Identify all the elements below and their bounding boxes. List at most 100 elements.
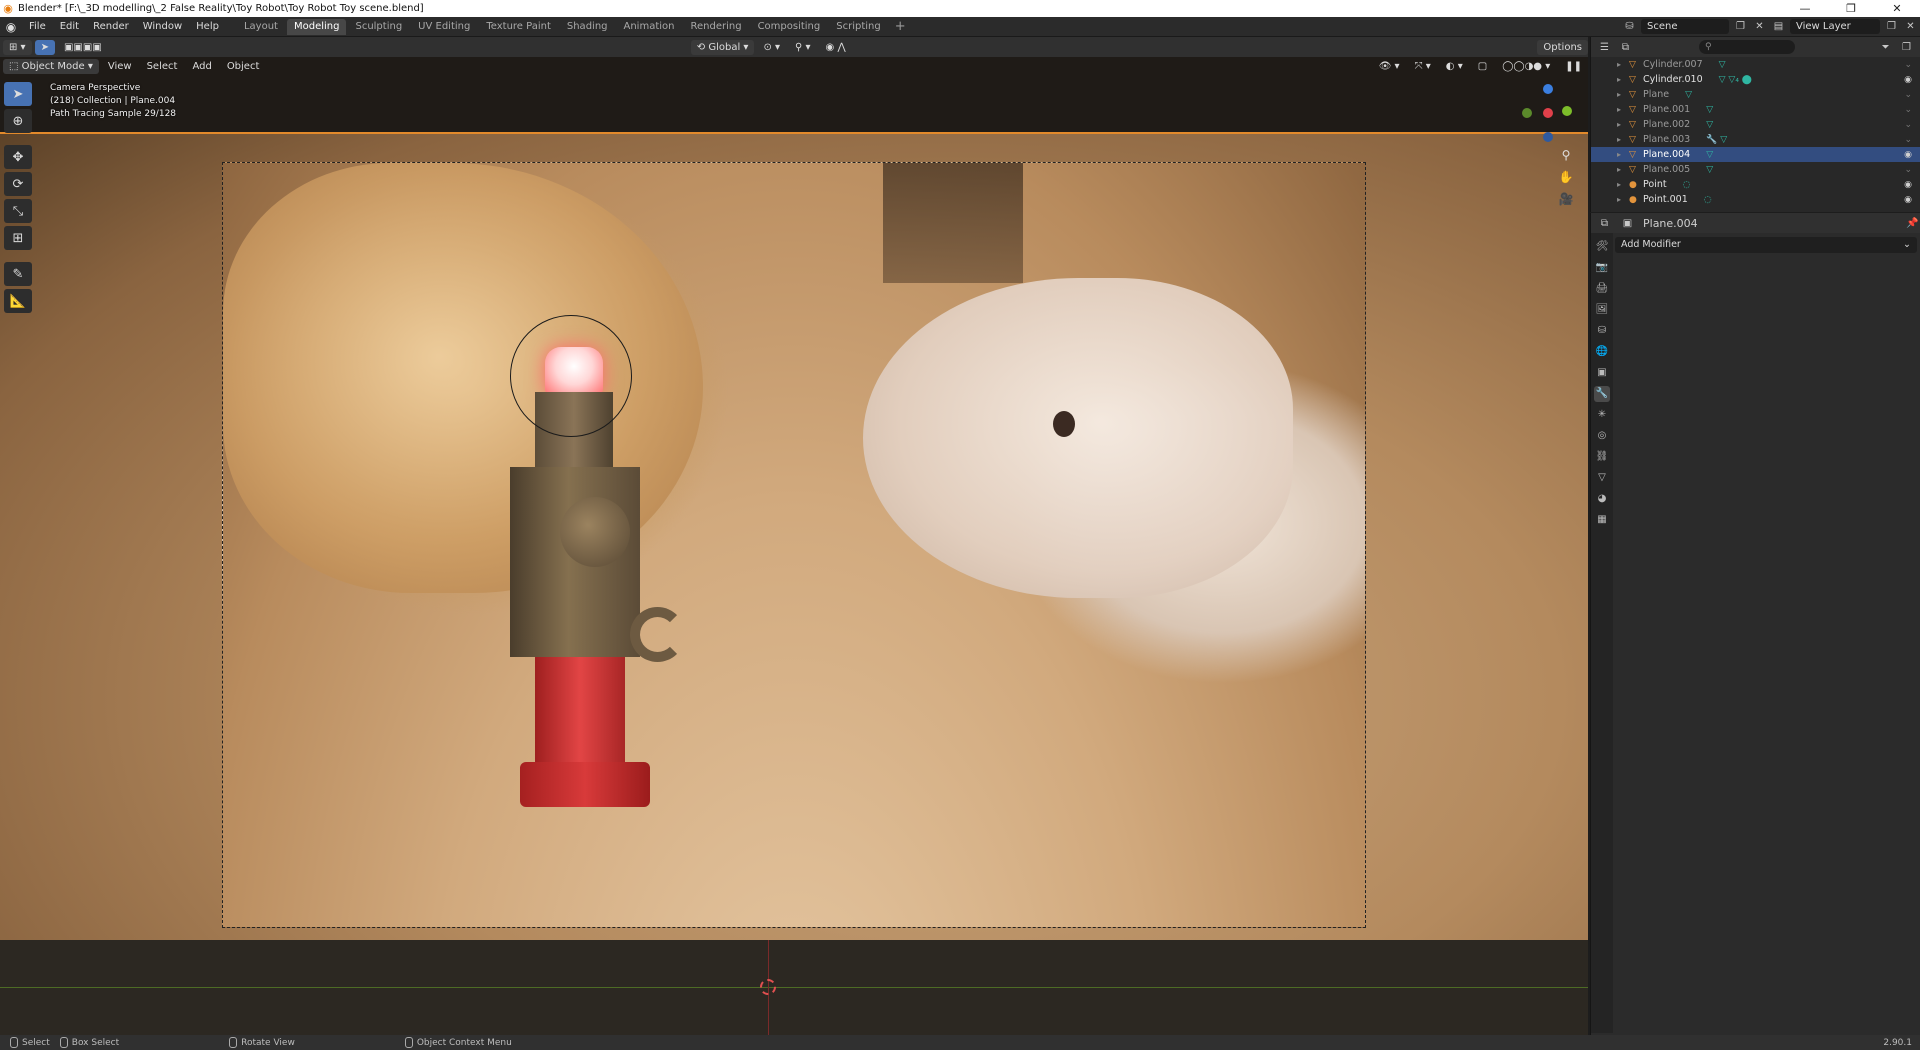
particles-tab-icon[interactable]: ✳ — [1594, 407, 1610, 423]
overlays-icon[interactable]: ◐ ▾ — [1440, 59, 1469, 74]
camera-frame[interactable] — [222, 162, 1366, 928]
editor-type-button[interactable]: ⊞ ▾ — [3, 39, 32, 55]
tab-animation[interactable]: Animation — [617, 19, 682, 35]
neg-z-axis-icon[interactable] — [1543, 132, 1553, 142]
texture-tab-icon[interactable]: ▦ — [1594, 512, 1610, 528]
annotate-tool-icon[interactable]: ✎ — [4, 262, 32, 286]
tab-shading[interactable]: Shading — [560, 19, 615, 35]
menu-select[interactable]: Select — [141, 59, 184, 74]
camera-view-icon[interactable]: 🎥 — [1558, 192, 1574, 208]
eye-icon[interactable]: ◉ — [1904, 195, 1912, 205]
select-tool-icon[interactable]: ➤ — [34, 39, 55, 55]
pivot-point-icon[interactable]: ⊙ ▾ — [757, 40, 786, 55]
gizmo-toggle-icon[interactable]: ⤧ ▾ — [1409, 59, 1437, 74]
tab-texture-paint[interactable]: Texture Paint — [479, 19, 558, 35]
navigation-gizmo[interactable] — [1518, 80, 1578, 142]
measure-tool-icon[interactable]: 📐 — [4, 289, 32, 313]
object-tab-icon[interactable]: ▣ — [1594, 365, 1610, 381]
menu-view[interactable]: View — [102, 59, 138, 74]
neg-y-axis-icon[interactable] — [1522, 108, 1532, 118]
tab-sculpting[interactable]: Sculpting — [348, 19, 409, 35]
3d-cursor-icon[interactable] — [760, 979, 776, 995]
menu-add[interactable]: Add — [186, 59, 217, 74]
tab-modeling[interactable]: Modeling — [286, 18, 347, 35]
tab-scripting[interactable]: Scripting — [829, 19, 887, 35]
menu-window[interactable]: Window — [136, 17, 189, 37]
physics-tab-icon[interactable]: ◎ — [1594, 428, 1610, 444]
output-tab-icon[interactable]: 🖨 — [1594, 281, 1610, 297]
select-box-tool-icon[interactable]: ➤ — [4, 82, 32, 106]
outliner-row[interactable]: ▸ ▽ Plane.001 ▽ ⌄ — [1591, 102, 1920, 117]
blender-menu-icon[interactable]: ◉ — [0, 20, 22, 34]
properties-editor-icon[interactable]: ⧉ ▾ — [1597, 216, 1612, 244]
outliner-row[interactable]: ▸ ▽ Plane.003 🔧 ▽ ⌄ — [1591, 132, 1920, 147]
view-layer-tab-icon[interactable]: 🖼 — [1594, 302, 1610, 318]
render-tab-icon[interactable]: 📷 — [1594, 260, 1610, 276]
shading-modes-icon[interactable]: ◯◯◑● ▾ — [1496, 59, 1556, 74]
pause-render-icon[interactable]: ❚❚ — [1559, 59, 1588, 74]
display-mode-icon[interactable]: ⧉ — [1618, 40, 1633, 55]
hide-toggle-icon[interactable]: ⌄ — [1904, 120, 1912, 130]
scale-tool-icon[interactable]: ⤡ — [4, 199, 32, 223]
close-button[interactable]: ✕ — [1874, 0, 1920, 17]
outliner-editor-icon[interactable]: ☰ — [1597, 40, 1612, 55]
menu-help[interactable]: Help — [189, 17, 226, 37]
outliner-row-selected[interactable]: ▸ ▽ Plane.004 ▽ ◉ — [1591, 147, 1920, 162]
selection-mode-icons[interactable]: ▣▣▣▣ — [58, 40, 108, 55]
eye-icon[interactable]: ◉ — [1904, 75, 1912, 85]
tab-rendering[interactable]: Rendering — [683, 19, 748, 35]
pan-hand-icon[interactable]: ✋ — [1558, 170, 1574, 186]
new-scene-icon[interactable]: ❐ — [1733, 19, 1748, 34]
outliner-row[interactable]: ▸ ▽ Plane ▽ ⌄ — [1591, 87, 1920, 102]
new-collection-icon[interactable]: ❐ — [1899, 40, 1914, 55]
x-axis-icon[interactable] — [1543, 108, 1553, 118]
tab-compositing[interactable]: Compositing — [751, 19, 828, 35]
visibility-icon[interactable]: 👁 ▾ — [1373, 59, 1406, 74]
hide-toggle-icon[interactable]: ⌄ — [1904, 60, 1912, 70]
minimize-button[interactable]: — — [1782, 0, 1828, 17]
menu-file[interactable]: File — [22, 17, 53, 37]
hide-toggle-icon[interactable]: ⌄ — [1904, 165, 1912, 175]
outliner-row[interactable]: ▸ ▽ Plane.005 ▽ ⌄ — [1591, 162, 1920, 177]
delete-scene-icon[interactable]: ✕ — [1752, 19, 1767, 34]
tab-layout[interactable]: Layout — [237, 19, 285, 35]
move-tool-icon[interactable]: ✥ — [4, 145, 32, 169]
filter-icon[interactable]: ⏷ — [1878, 40, 1893, 55]
scene-tab-icon[interactable]: ⛁ — [1594, 323, 1610, 339]
eye-icon[interactable]: ◉ — [1904, 180, 1912, 190]
delete-view-layer-icon[interactable]: ✕ — [1903, 19, 1918, 34]
data-tab-icon[interactable]: ▽ — [1594, 470, 1610, 486]
outliner-row[interactable]: ▸ ▽ Cylinder.007 ▽ ⌄ — [1591, 57, 1920, 72]
snap-icon[interactable]: ⚲ ▾ — [789, 40, 817, 55]
object-mode-dropdown[interactable]: ⬚ Object Mode ▾ — [3, 58, 99, 74]
constraints-tab-icon[interactable]: ⛓ — [1594, 449, 1610, 465]
menu-edit[interactable]: Edit — [53, 17, 86, 37]
maximize-button[interactable]: ❐ — [1828, 0, 1874, 17]
world-tab-icon[interactable]: 🌐 — [1594, 344, 1610, 360]
outliner-row[interactable]: ▸ ▽ Plane.002 ▽ ⌄ — [1591, 117, 1920, 132]
outliner-row[interactable]: ▸ ▽ Cylinder.010 ▽ ▽₄ ⬤ ◉ — [1591, 72, 1920, 87]
transform-orientation-dropdown[interactable]: ⟲ Global ▾ — [690, 39, 755, 55]
modifier-tab-icon[interactable]: 🔧 — [1594, 386, 1610, 402]
3d-viewport[interactable] — [0, 57, 1588, 1035]
options-dropdown[interactable]: Options — [1537, 39, 1588, 55]
proportional-edit-icon[interactable]: ◉ ⋀ — [820, 40, 852, 55]
menu-object[interactable]: Object — [221, 59, 266, 74]
pin-icon[interactable]: 📌 — [1905, 216, 1920, 231]
add-workspace-button[interactable]: + — [889, 19, 912, 34]
hide-toggle-icon[interactable]: ⌄ — [1904, 90, 1912, 100]
menu-render[interactable]: Render — [86, 17, 136, 37]
y-axis-icon[interactable] — [1562, 106, 1572, 116]
cursor-tool-icon[interactable]: ⊕ — [4, 109, 32, 133]
xray-icon[interactable]: ▢ — [1472, 59, 1493, 74]
scene-name-field[interactable]: Scene — [1641, 19, 1729, 34]
light-selection-circle[interactable] — [510, 315, 632, 437]
zoom-icon[interactable]: ⚲ — [1558, 148, 1574, 164]
transform-tool-icon[interactable]: ⊞ — [4, 226, 32, 250]
new-view-layer-icon[interactable]: ❐ — [1884, 19, 1899, 34]
eye-icon[interactable]: ◉ — [1904, 150, 1912, 160]
outliner-row[interactable]: ▸ ● Point.001 ◌ ◉ — [1591, 192, 1920, 207]
outliner-row[interactable]: ▸ ● Point ◌ ◉ — [1591, 177, 1920, 192]
add-modifier-dropdown[interactable]: Add Modifier ⌄ — [1615, 237, 1917, 253]
material-tab-icon[interactable]: ◕ — [1594, 491, 1610, 507]
